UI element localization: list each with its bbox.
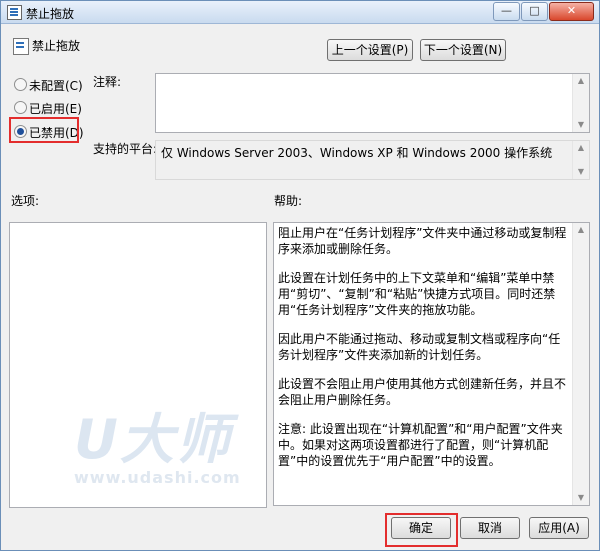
radio-label: 未配置(C) (29, 79, 83, 93)
next-setting-button[interactable]: 下一个设置(N) (420, 39, 506, 61)
platform-label: 支持的平台: (93, 142, 158, 156)
policy-icon (7, 5, 22, 20)
close-button[interactable]: ✕ (549, 2, 594, 21)
platform-scrollbar[interactable]: ▲ ▼ (572, 141, 589, 179)
minimize-button[interactable]: — (493, 2, 520, 21)
window-title: 禁止拖放 (26, 7, 75, 21)
highlight-box (9, 117, 79, 143)
highlight-box (385, 513, 458, 547)
title-bar[interactable]: 禁止拖放 — □ ✕ (1, 1, 599, 24)
scroll-down-icon[interactable]: ▼ (573, 165, 589, 179)
platform-field: 仅 Windows Server 2003、Windows XP 和 Windo… (155, 140, 590, 180)
scroll-up-icon[interactable]: ▲ (573, 74, 589, 88)
help-paragraph: 阻止用户在“任务计划程序”文件夹中通过移动或复制程序来添加或删除任务。 (278, 226, 567, 256)
help-paragraph: 此设置在计划任务中的上下文菜单和“编辑”菜单中禁用“剪切”、“复制”和“粘贴”快… (278, 271, 556, 317)
radio-circle[interactable] (14, 78, 27, 91)
scroll-up-icon[interactable]: ▲ (573, 141, 589, 155)
help-paragraph: 注意: 此设置出现在“计算机配置”和“用户配置”文件夹中。如果对这两项设置都进行… (278, 422, 563, 468)
policy-dialog: 禁止拖放 — □ ✕ 禁止拖放 上一个设置(P) 下一个设置(N) 未配置(C)… (0, 0, 600, 551)
policy-name: 禁止拖放 (32, 39, 81, 53)
watermark-logo: U大师 (74, 408, 232, 471)
setting-icon (13, 38, 29, 55)
help-scrollbar[interactable]: ▲ ▼ (572, 223, 589, 505)
comment-scrollbar[interactable]: ▲ ▼ (572, 74, 589, 132)
comment-field[interactable]: ▲ ▼ (155, 73, 590, 133)
help-paragraph: 此设置不会阻止用户使用其他方式创建新任务，并且不会阻止用户删除任务。 (278, 377, 567, 407)
scroll-up-icon[interactable]: ▲ (573, 223, 589, 237)
cancel-button[interactable]: 取消 (460, 517, 520, 539)
radio-circle[interactable] (14, 101, 27, 114)
comment-label: 注释: (93, 75, 122, 89)
apply-button[interactable]: 应用(A) (529, 517, 589, 539)
radio-enabled[interactable]: 已启用(E) (14, 99, 134, 116)
help-pane: 阻止用户在“任务计划程序”文件夹中通过移动或复制程序来添加或删除任务。 此设置在… (273, 222, 590, 506)
scroll-down-icon[interactable]: ▼ (573, 491, 589, 505)
help-paragraph: 因此用户不能通过拖动、移动或复制文档或程序向“任务计划程序”文件夹添加新的计划任… (278, 332, 561, 362)
radio-label: 已启用(E) (29, 102, 82, 116)
watermark: U大师 www.udashi.com (74, 395, 241, 487)
options-pane: U大师 www.udashi.com (9, 222, 267, 508)
watermark-url: www.udashi.com (74, 468, 241, 487)
help-label: 帮助: (274, 194, 303, 208)
window-controls: — □ ✕ (493, 2, 594, 21)
platform-value: 仅 Windows Server 2003、Windows XP 和 Windo… (161, 146, 553, 160)
prev-setting-button[interactable]: 上一个设置(P) (327, 39, 413, 61)
options-label: 选项: (11, 194, 40, 208)
maximize-button[interactable]: □ (521, 2, 548, 21)
scroll-down-icon[interactable]: ▼ (573, 118, 589, 132)
